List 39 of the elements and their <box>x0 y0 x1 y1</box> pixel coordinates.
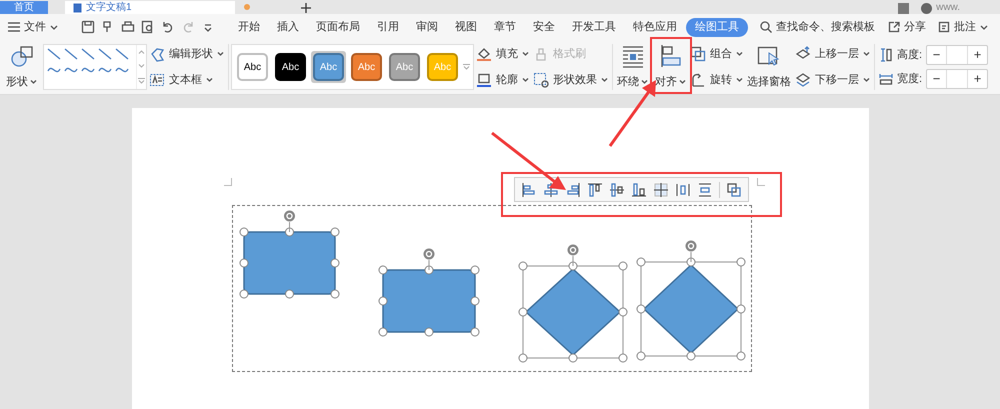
user-name: www. <box>936 2 960 14</box>
ribbon-tab[interactable]: 章节 <box>486 18 524 36</box>
file-menu[interactable]: 文件 <box>4 18 62 36</box>
ribbon-tab[interactable]: 审阅 <box>408 18 446 36</box>
dimension-label: 高度: <box>897 48 922 63</box>
shape-effect-button[interactable]: 形状效果 <box>533 69 608 91</box>
search-field[interactable]: 查找命令、搜索模板 <box>760 18 888 36</box>
share-button[interactable]: 分享 <box>888 18 926 36</box>
ribbon-tab[interactable]: 引用 <box>369 18 407 36</box>
wrap-button[interactable]: 环绕 <box>615 40 650 94</box>
outline-button[interactable]: 轮廓 <box>476 69 529 91</box>
selection-pane-button[interactable]: 选择窗格 <box>745 40 793 94</box>
ribbon-tab[interactable]: 开发工具 <box>564 18 624 36</box>
fill-button[interactable]: 填充 <box>476 43 529 65</box>
comment-button[interactable]: 批注 <box>938 18 988 36</box>
style-swatch[interactable]: Abc <box>237 53 268 81</box>
align-button[interactable]: 对齐 <box>653 40 688 94</box>
ribbon-tab[interactable]: 安全 <box>525 18 563 36</box>
ribbon-tab[interactable]: 特色应用 <box>625 18 685 36</box>
rotate-button[interactable]: 旋转 <box>690 69 743 91</box>
document-tab[interactable]: 文字文稿1 <box>65 1 235 14</box>
increase-button[interactable]: + <box>967 46 988 64</box>
number-field[interactable]: − + <box>926 45 988 65</box>
ribbon-tab[interactable]: 页面布局 <box>308 18 368 36</box>
decrease-button[interactable]: − <box>927 46 948 64</box>
increase-button[interactable]: + <box>967 70 988 88</box>
shape-button[interactable]: 形状 <box>4 40 39 94</box>
decrease-button[interactable]: − <box>927 70 948 88</box>
group-button[interactable]: 组合 <box>690 43 743 65</box>
ribbon-tab[interactable]: 插入 <box>269 18 307 36</box>
send-backward-button[interactable]: 下移一层 <box>795 69 870 91</box>
bring-forward-button[interactable]: 上移一层 <box>795 43 870 65</box>
text-box-button[interactable]: 文本框 <box>149 69 224 91</box>
edit-shape-button[interactable]: 编辑形状 <box>149 43 224 65</box>
ribbon-tab[interactable]: 视图 <box>447 18 485 36</box>
dimension-label: 宽度: <box>897 72 922 87</box>
number-field[interactable]: − + <box>926 69 988 89</box>
ribbon-tab[interactable]: 开始 <box>230 18 268 36</box>
style-swatch[interactable]: Abc <box>275 53 306 81</box>
